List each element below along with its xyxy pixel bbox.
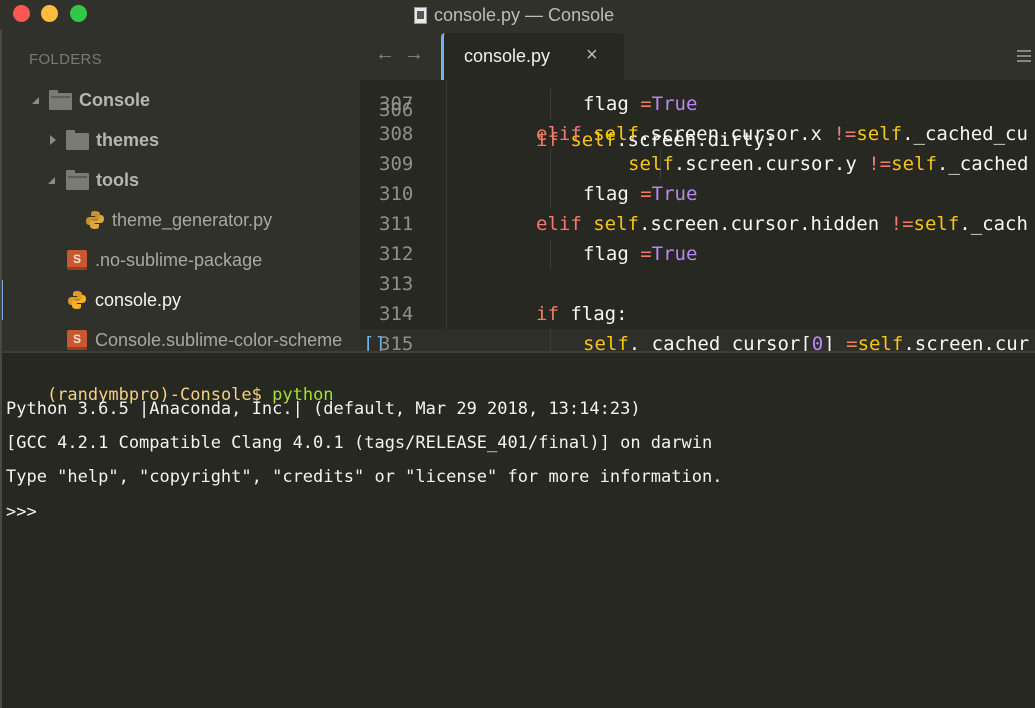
tab-label: console.py — [464, 46, 551, 66]
tab-bar: ← → console.py × — [360, 30, 1035, 80]
maximize-window-button[interactable] — [70, 5, 87, 22]
folder-icon — [66, 130, 89, 150]
line-number: 307 — [379, 93, 414, 115]
tree-item-label: console.py — [95, 290, 182, 310]
disclosure-open-icon[interactable] — [48, 177, 55, 184]
code-text: self.screen.cursor.y !=self._cached — [628, 153, 1029, 175]
folder-open-icon — [66, 170, 89, 190]
line-number: 310 — [379, 183, 414, 205]
code-line: 313 — [360, 269, 1035, 299]
tree-folder-themes[interactable]: themes — [2, 125, 360, 155]
line-number: 314 — [379, 303, 414, 325]
code-editor[interactable]: 306 if self.screen.dirty: 307 flag =True 3… — [360, 80, 1035, 351]
line-number: 313 — [379, 273, 414, 295]
tree-item-label: .no-sublime-package — [95, 250, 263, 270]
indent-guide — [550, 239, 551, 269]
code-line: [] 315 self._cached_cursor[0] =self.screen… — [360, 329, 1035, 351]
sidebar: FOLDERS Console themes tools theme_gener… — [0, 30, 360, 351]
console-output-line: Python 3.6.5 |Anaconda, Inc.| (default, … — [6, 399, 641, 419]
code-text: flag =True — [583, 243, 698, 265]
line-number: 308 — [379, 123, 414, 145]
tree-item-label: tools — [96, 170, 139, 190]
close-window-button[interactable] — [13, 5, 30, 22]
close-tab-icon[interactable]: × — [586, 44, 598, 67]
code-line: 307 flag =True — [360, 89, 1035, 119]
document-icon — [414, 6, 427, 24]
tree-item-label: Console.sublime-color-scheme — [95, 330, 343, 350]
tree-folder-tools[interactable]: tools — [2, 165, 360, 195]
line-number: 309 — [379, 153, 414, 175]
sublime-file-icon: S — [67, 330, 87, 350]
console-output-line: Type "help", "copyright", "credits" or "… — [6, 467, 723, 487]
tree-folder-console[interactable]: Console — [2, 85, 360, 115]
tree-file-console-py[interactable]: console.py — [2, 280, 360, 320]
code-text: flag =True — [583, 93, 698, 115]
tab-console-py[interactable]: console.py × — [441, 33, 624, 80]
minimize-window-button[interactable] — [41, 5, 58, 22]
hamburger-menu-icon[interactable] — [1017, 50, 1031, 65]
tree-item-label: theme_generator.py — [112, 210, 273, 230]
python-icon — [68, 291, 86, 309]
indent-guide — [550, 149, 551, 179]
tree-file-color-scheme[interactable]: S Console.sublime-color-scheme — [2, 325, 360, 351]
code-text: elif self.screen.cursor.x !=self._cached… — [536, 123, 1028, 145]
window-title: console.py — Console — [414, 4, 614, 26]
forward-arrow-icon[interactable]: → — [404, 43, 424, 66]
code-line: 312 flag =True — [360, 239, 1035, 269]
sublime-file-icon: S — [67, 250, 87, 270]
title-bar: console.py — Console — [0, 0, 1035, 30]
indent-guide — [550, 329, 551, 351]
line-number: 315 — [379, 333, 414, 351]
code-text: flag =True — [583, 183, 698, 205]
indent-guide — [550, 89, 551, 119]
folder-open-icon — [49, 90, 72, 110]
console-panel[interactable]: (randymbpro)-Console$ python Python 3.6.… — [0, 351, 1035, 708]
tree-item-label: themes — [96, 130, 160, 150]
disclosure-open-icon[interactable] — [32, 97, 39, 104]
back-arrow-icon[interactable]: ← — [375, 43, 395, 66]
code-line: 309 self.screen.cursor.y !=self._cached — [360, 149, 1035, 179]
tree-item-label: Console — [79, 90, 151, 110]
line-number: 312 — [379, 243, 414, 265]
tree-file-theme-generator[interactable]: theme_generator.py — [2, 205, 360, 235]
code-text: if flag: — [536, 303, 628, 325]
code-text: self._cached_cursor[0] =self.screen.cur — [583, 333, 1030, 351]
indent-guide — [550, 179, 551, 209]
tree-file-no-sublime-package[interactable]: S .no-sublime-package — [2, 245, 360, 275]
line-number: 311 — [379, 213, 414, 235]
window-title-text: console.py — Console — [434, 4, 615, 25]
code-line: 311 elif self.screen.cursor.hidden !=self… — [360, 209, 1035, 239]
repl-prompt[interactable]: >>> — [6, 502, 37, 522]
code-text: elif self.screen.cursor.hidden !=self._c… — [536, 213, 1028, 235]
console-output-line: [GCC 4.2.1 Compatible Clang 4.0.1 (tags/… — [6, 433, 713, 453]
folders-heading: FOLDERS — [29, 51, 102, 68]
python-icon — [86, 211, 104, 229]
code-line: 308 elif self.screen.cursor.x !=self._cac… — [360, 119, 1035, 149]
disclosure-closed-icon[interactable] — [50, 135, 56, 145]
code-line: 310 flag =True — [360, 179, 1035, 209]
code-line: 314 if flag: — [360, 299, 1035, 329]
active-file-marker — [2, 280, 3, 320]
